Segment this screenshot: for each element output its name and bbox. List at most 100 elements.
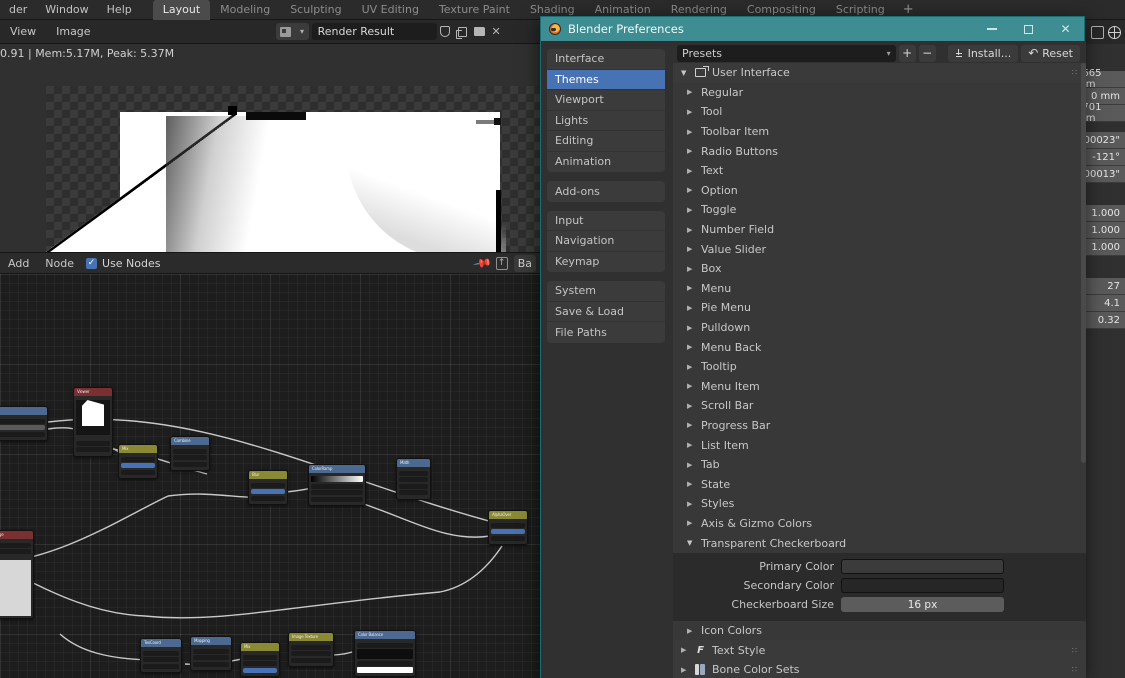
sidebar-item-editing[interactable]: Editing bbox=[547, 131, 665, 152]
workspace-tab-uv-editing[interactable]: UV Editing bbox=[352, 0, 429, 20]
pin-icon[interactable]: 📌 bbox=[472, 253, 492, 273]
node-field[interactable] bbox=[311, 496, 363, 502]
tree-item-pie-menu[interactable]: ▶ Pie Menu bbox=[673, 298, 1086, 318]
node-color-ramp[interactable]: ColorRamp bbox=[308, 464, 366, 506]
node-field[interactable] bbox=[243, 667, 277, 673]
node-field[interactable] bbox=[173, 455, 207, 460]
node-field[interactable] bbox=[143, 663, 179, 669]
sidebar-item-navigation[interactable]: Navigation bbox=[547, 231, 665, 252]
tree-item-toolbar-item[interactable]: ▶ Toolbar Item bbox=[673, 121, 1086, 142]
node-field[interactable] bbox=[399, 470, 428, 476]
workspace-tab-modeling[interactable]: Modeling bbox=[210, 0, 280, 20]
node-editor-menu-node[interactable]: Node bbox=[37, 257, 82, 270]
node-field[interactable] bbox=[251, 489, 285, 494]
presets-dropdown[interactable]: Presets ▾ bbox=[677, 44, 896, 62]
node-math[interactable]: Math bbox=[396, 458, 431, 500]
node-viewer-thumb[interactable]: Viewer bbox=[73, 387, 113, 457]
node-field[interactable] bbox=[251, 495, 285, 501]
tree-root-user-interface[interactable]: ▼ User Interface ∷ bbox=[673, 63, 1086, 83]
node-field[interactable] bbox=[121, 456, 155, 462]
datablock-name-field[interactable]: Render Result bbox=[311, 23, 437, 40]
tree-item-radio-buttons[interactable]: ▶ Radio Buttons bbox=[673, 141, 1086, 161]
node-field[interactable] bbox=[399, 477, 428, 482]
node-field[interactable] bbox=[291, 644, 331, 650]
image-datablock-icon[interactable] bbox=[275, 23, 296, 40]
close-button[interactable]: ✕ bbox=[1047, 17, 1084, 41]
tree-item-transparent-checkerboard[interactable]: ▼ Transparent Checkerboard bbox=[673, 533, 1086, 553]
node-render-layers[interactable]: Render Layers bbox=[0, 406, 48, 441]
tree-item-tooltip[interactable]: ▶ Tooltip bbox=[673, 356, 1086, 377]
node-field[interactable] bbox=[143, 657, 179, 662]
theme-tree[interactable]: ▼ User Interface ∷ ▶ Regular ▶ Tool ▶ Toolb… bbox=[673, 63, 1086, 678]
node-mix-a[interactable]: Mix bbox=[118, 444, 158, 479]
new-copy-icon[interactable] bbox=[454, 23, 471, 40]
node-field[interactable] bbox=[491, 535, 525, 541]
node-field[interactable] bbox=[399, 483, 428, 489]
sidebar-item-add-ons[interactable]: Add-ons bbox=[547, 181, 665, 202]
node-field[interactable] bbox=[243, 654, 277, 660]
tree-item-box[interactable]: ▶ Box bbox=[673, 258, 1086, 279]
fake-user-icon[interactable] bbox=[437, 23, 454, 40]
node-field[interactable] bbox=[357, 660, 413, 666]
node-mix-b[interactable]: Mix bbox=[240, 642, 280, 677]
menu-der[interactable]: der bbox=[0, 0, 36, 20]
node-field[interactable] bbox=[76, 440, 110, 446]
go-to-parent-icon[interactable]: ↑ bbox=[495, 256, 508, 270]
remove-preset-button[interactable]: − bbox=[918, 44, 936, 62]
sidebar-item-save-and-load[interactable]: Save & Load bbox=[547, 302, 665, 322]
tree-item-option[interactable]: ▶ Option bbox=[673, 180, 1086, 201]
tree-item-progress-bar[interactable]: ▶ Progress Bar bbox=[673, 415, 1086, 436]
node-field[interactable] bbox=[193, 655, 229, 660]
tree-item-styles[interactable]: ▶ Styles bbox=[673, 494, 1086, 514]
add-preset-button[interactable]: + bbox=[898, 44, 916, 62]
primary-color-swatch[interactable] bbox=[841, 559, 1004, 575]
tree-root-bone-color-sets[interactable]: ▶ Bone Color Sets ∷ bbox=[673, 660, 1086, 678]
sidebar-item-keymap[interactable]: Keymap bbox=[547, 252, 665, 273]
tree-item-state[interactable]: ▶ State bbox=[673, 474, 1086, 495]
secondary-color-swatch[interactable] bbox=[841, 578, 1004, 594]
node-image-texture[interactable]: Image Texture bbox=[288, 632, 334, 667]
node-alpha-over[interactable]: AlphaOver bbox=[488, 510, 528, 545]
tree-item-number-field[interactable]: ▶ Number Field bbox=[673, 219, 1086, 240]
tree-item-value-slider[interactable]: ▶ Value Slider bbox=[673, 239, 1086, 259]
node-field[interactable] bbox=[243, 661, 277, 666]
sidebar-item-lights[interactable]: Lights bbox=[547, 111, 665, 131]
minimize-button[interactable] bbox=[973, 17, 1010, 41]
install-theme-button[interactable]: Install... bbox=[947, 44, 1019, 62]
node-texture-coord[interactable]: TexCoord bbox=[140, 638, 182, 673]
node-field[interactable] bbox=[173, 461, 207, 467]
copy-icon[interactable] bbox=[1091, 25, 1104, 39]
globe-icon[interactable] bbox=[1108, 25, 1121, 39]
sidebar-item-interface[interactable]: Interface bbox=[547, 49, 665, 70]
node-blur[interactable]: Blur bbox=[248, 470, 288, 505]
tree-item-icon-colors[interactable]: ▶ Icon Colors bbox=[673, 620, 1086, 641]
node-field[interactable] bbox=[0, 549, 31, 554]
tree-item-toggle[interactable]: ▶ Toggle bbox=[673, 200, 1086, 220]
tree-item-pulldown[interactable]: ▶ Pulldown bbox=[673, 317, 1086, 338]
workspace-tab-layout[interactable]: Layout bbox=[152, 0, 211, 20]
menu-help[interactable]: Help bbox=[98, 0, 141, 20]
sidebar-item-system[interactable]: System bbox=[547, 281, 665, 302]
use-nodes-checkbox[interactable]: ✓ Use Nodes bbox=[86, 257, 161, 270]
tree-item-text[interactable]: ▶ Text bbox=[673, 160, 1086, 181]
tree-item-scroll-bar[interactable]: ▶ Scroll Bar bbox=[673, 396, 1086, 416]
open-folder-icon[interactable] bbox=[471, 23, 488, 40]
node-mapping[interactable]: Mapping bbox=[190, 636, 232, 671]
node-combine-a[interactable]: Combine bbox=[170, 436, 210, 471]
sidebar-item-themes[interactable]: Themes bbox=[547, 69, 665, 90]
workspace-tab-texture-paint[interactable]: Texture Paint bbox=[429, 0, 520, 20]
preferences-scrollbar[interactable] bbox=[1081, 63, 1086, 463]
node-field[interactable] bbox=[251, 482, 285, 488]
node-field[interactable] bbox=[311, 483, 363, 489]
node-image-input[interactable]: Image bbox=[0, 530, 34, 619]
tree-item-menu-back[interactable]: ▶ Menu Back bbox=[673, 337, 1086, 357]
tree-item-axis-gizmo-colors[interactable]: ▶ Axis & Gizmo Colors bbox=[673, 513, 1086, 534]
image-editor-menu-view[interactable]: View bbox=[0, 25, 46, 38]
sidebar-item-viewport[interactable]: Viewport bbox=[547, 90, 665, 111]
workspace-tab-sculpting[interactable]: Sculpting bbox=[280, 0, 351, 20]
node-field[interactable] bbox=[357, 642, 413, 648]
node-field[interactable] bbox=[121, 463, 155, 468]
node-field[interactable] bbox=[291, 651, 331, 656]
node-field[interactable] bbox=[193, 648, 229, 654]
preferences-title-bar[interactable]: Blender Preferences ✕ bbox=[541, 17, 1084, 41]
